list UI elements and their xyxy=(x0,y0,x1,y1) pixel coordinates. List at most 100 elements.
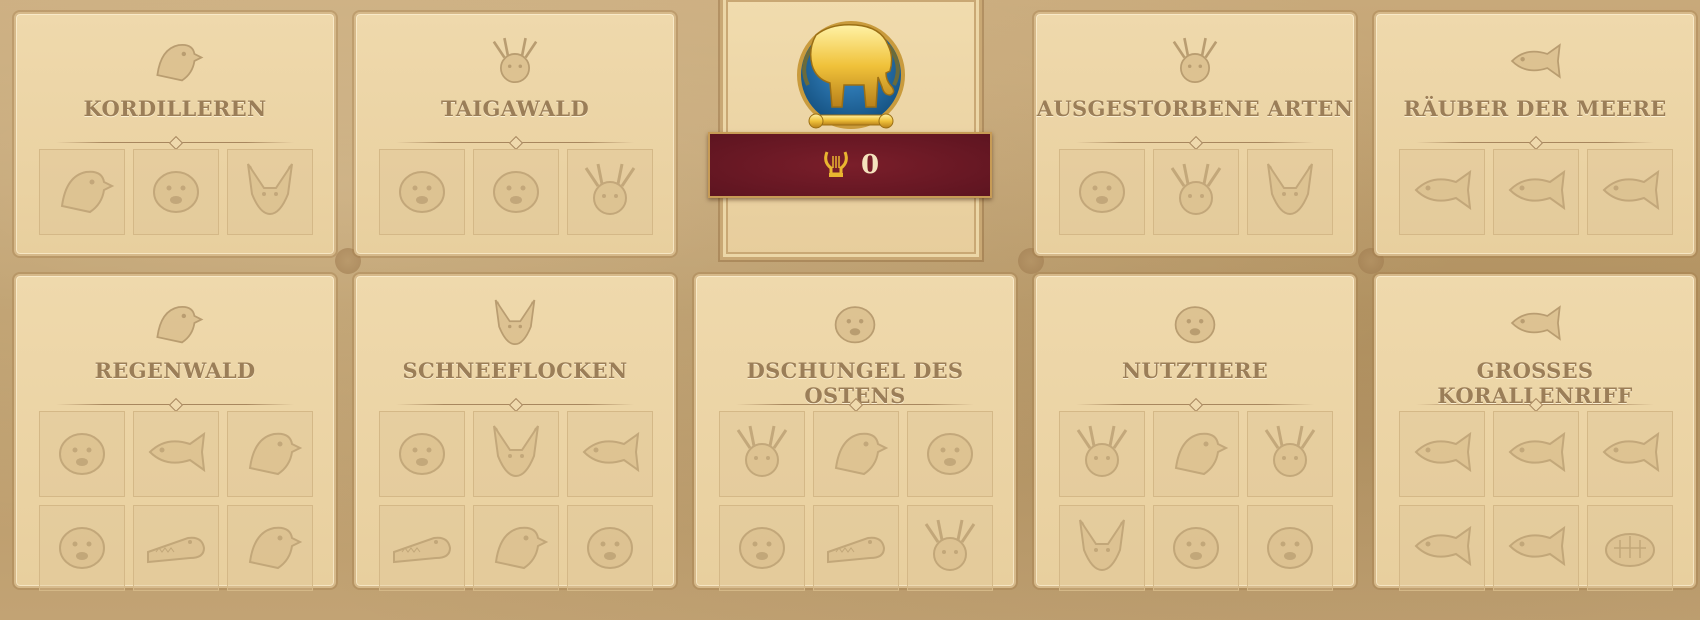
animal-slot[interactable] xyxy=(1399,411,1485,497)
horse-icon xyxy=(1068,512,1136,584)
animal-slot[interactable] xyxy=(1399,505,1485,591)
animal-slot[interactable] xyxy=(39,505,125,591)
animal-slot[interactable] xyxy=(473,411,559,497)
animal-slot[interactable] xyxy=(813,411,899,497)
wolf-icon xyxy=(1256,156,1324,228)
animal-slot[interactable] xyxy=(39,149,125,235)
animal-slot-grid xyxy=(379,411,653,591)
animal-slot[interactable] xyxy=(1587,411,1673,497)
collection-panel[interactable]: GROSSES KORALLENRIFF xyxy=(1374,274,1696,591)
collection-title: SCHNEEFLOCKEN xyxy=(402,358,628,383)
peacock-icon xyxy=(482,512,550,584)
featured-collection-panel[interactable] xyxy=(720,0,982,260)
elk-icon xyxy=(1162,156,1230,228)
orca-icon xyxy=(1408,156,1476,228)
animal-slot[interactable] xyxy=(1247,505,1333,591)
animal-slot[interactable] xyxy=(567,505,653,591)
animal-slot-grid xyxy=(39,149,313,235)
sheep-icon xyxy=(1162,290,1228,356)
animal-slot[interactable] xyxy=(1153,505,1239,591)
animal-slot[interactable] xyxy=(567,411,653,497)
title-divider xyxy=(56,397,294,413)
title-divider xyxy=(1076,397,1314,413)
animal-slot[interactable] xyxy=(133,411,219,497)
elephant-icon xyxy=(728,512,796,584)
pufferfish-icon xyxy=(1502,512,1570,584)
animal-slot[interactable] xyxy=(1059,149,1145,235)
animal-slot[interactable] xyxy=(1153,149,1239,235)
collection-title: REGENWALD xyxy=(94,358,256,383)
crocodile-icon xyxy=(388,512,456,584)
collection-panel[interactable]: RÄUBER DER MEERE xyxy=(1374,12,1696,256)
animal-slot[interactable] xyxy=(1493,149,1579,235)
cave-bear-icon xyxy=(1068,156,1136,228)
animal-slot[interactable] xyxy=(379,411,465,497)
cow-icon xyxy=(1068,418,1136,490)
animal-slot[interactable] xyxy=(719,505,805,591)
goat-icon xyxy=(1256,418,1324,490)
animal-slot[interactable] xyxy=(1247,149,1333,235)
elk-icon xyxy=(1162,28,1228,94)
collection-panel[interactable]: TAIGAWALD xyxy=(354,12,676,256)
golden-elephant-icon xyxy=(786,15,916,135)
animal-slot[interactable] xyxy=(1059,411,1145,497)
animal-slot[interactable] xyxy=(133,149,219,235)
title-divider xyxy=(56,135,294,151)
animal-slot[interactable] xyxy=(1493,411,1579,497)
crocodile-icon xyxy=(142,512,210,584)
collection-panel[interactable]: KORDILLEREN xyxy=(14,12,336,256)
collection-panel[interactable]: DSCHUNGEL DES OSTENS xyxy=(694,274,1016,591)
collection-title: KORDILLEREN xyxy=(83,96,267,121)
animal-slot-grid xyxy=(1399,411,1673,591)
shark-icon xyxy=(1596,156,1664,228)
bear-icon xyxy=(482,156,550,228)
collection-panel[interactable]: REGENWALD xyxy=(14,274,336,591)
sheep-icon xyxy=(1256,512,1324,584)
collection-panel[interactable]: AUSGESTORBENE ARTEN xyxy=(1034,12,1356,256)
animal-slot[interactable] xyxy=(719,411,805,497)
condor-icon xyxy=(142,28,208,94)
tiger-icon xyxy=(388,418,456,490)
pig-icon xyxy=(1162,512,1230,584)
animal-slot-grid xyxy=(379,149,653,235)
turtle-icon xyxy=(1596,512,1664,584)
collection-panel[interactable]: SCHNEEFLOCKEN xyxy=(354,274,676,591)
animal-slot[interactable] xyxy=(907,505,993,591)
animal-slot[interactable] xyxy=(907,411,993,497)
featured-score-banner: 0 xyxy=(708,132,992,198)
animal-slot[interactable] xyxy=(379,149,465,235)
panther-icon xyxy=(48,418,116,490)
animal-slot[interactable] xyxy=(227,505,313,591)
animal-slot[interactable] xyxy=(379,505,465,591)
animal-slot[interactable] xyxy=(1153,411,1239,497)
animal-slot[interactable] xyxy=(227,411,313,497)
collection-panel[interactable]: NUTZTIERE xyxy=(1034,274,1356,591)
dolphin-icon xyxy=(576,418,644,490)
animal-slot[interactable] xyxy=(39,411,125,497)
gorilla-icon xyxy=(576,512,644,584)
animal-slot[interactable] xyxy=(1493,505,1579,591)
lyre-icon xyxy=(821,148,851,182)
title-divider xyxy=(396,397,634,413)
animal-slot[interactable] xyxy=(1247,411,1333,497)
animal-slot[interactable] xyxy=(1399,149,1485,235)
animal-slot[interactable] xyxy=(227,149,313,235)
title-divider xyxy=(1076,135,1314,151)
fennec-icon xyxy=(482,290,548,356)
animal-slot[interactable] xyxy=(1587,505,1673,591)
animal-slot[interactable] xyxy=(1587,149,1673,235)
pelican-icon xyxy=(236,418,304,490)
animal-slot[interactable] xyxy=(473,505,559,591)
animal-slot[interactable] xyxy=(133,505,219,591)
collection-title: TAIGAWALD xyxy=(441,96,589,121)
animal-slot[interactable] xyxy=(813,505,899,591)
parrot-icon xyxy=(142,290,208,356)
animal-slot[interactable] xyxy=(567,149,653,235)
animal-slot-grid xyxy=(39,411,313,591)
fennec-icon xyxy=(482,418,550,490)
swordfish-icon xyxy=(1502,156,1570,228)
title-divider xyxy=(736,397,974,413)
animal-slot[interactable] xyxy=(473,149,559,235)
animal-slot[interactable] xyxy=(1059,505,1145,591)
llama-icon xyxy=(236,156,304,228)
